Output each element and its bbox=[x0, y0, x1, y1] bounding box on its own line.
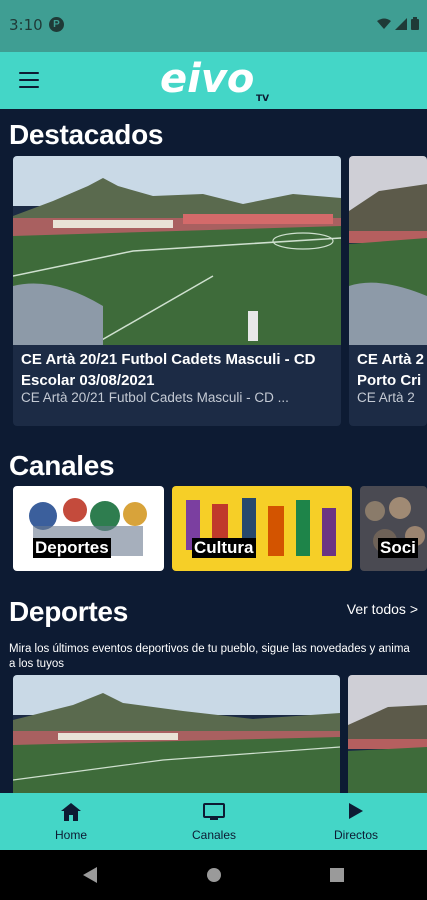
eivo-logo: eivo TV bbox=[160, 58, 269, 104]
channel-card-sociedad[interactable]: Soci bbox=[360, 486, 427, 571]
channel-card-cultura[interactable]: Cultura bbox=[172, 486, 352, 571]
menu-icon bbox=[19, 72, 39, 74]
video-thumbnail bbox=[348, 675, 427, 793]
nav-label: Canales bbox=[191, 828, 237, 842]
battery-icon bbox=[411, 17, 419, 30]
status-bar: 3:10 P bbox=[0, 0, 427, 52]
nav-directos[interactable]: Directos bbox=[306, 793, 406, 850]
app-bar: eivo TV bbox=[0, 52, 427, 109]
channel-image bbox=[365, 497, 425, 553]
channel-label: Cultura bbox=[192, 538, 256, 558]
section-title-destacados: Destacados bbox=[9, 119, 164, 150]
channel-image bbox=[186, 498, 336, 556]
video-thumbnail bbox=[13, 675, 340, 793]
home-icon bbox=[61, 803, 81, 821]
recents-icon[interactable] bbox=[330, 868, 344, 882]
tv-icon bbox=[203, 803, 225, 820]
logo-sub: TV bbox=[256, 94, 269, 104]
app-notification-icon: P bbox=[49, 17, 64, 32]
status-icons bbox=[377, 17, 419, 30]
featured-card[interactable]: CE Artà 20/21 Futbol Cadets Masculi - CD… bbox=[13, 156, 341, 426]
featured-card[interactable]: CE Artà 2 Porto Cri CE Artà 2 bbox=[349, 156, 427, 426]
back-icon[interactable] bbox=[83, 867, 97, 883]
card-subtitle: CE Artà 2 bbox=[357, 390, 415, 405]
signal-icon bbox=[395, 17, 407, 30]
video-card[interactable] bbox=[348, 675, 427, 793]
system-navigation-bar bbox=[0, 850, 427, 900]
logo-text: eivo bbox=[160, 58, 254, 102]
play-icon bbox=[349, 803, 363, 819]
nav-label: Home bbox=[54, 828, 87, 842]
section-title-deportes: Deportes bbox=[9, 596, 128, 627]
card-title: CE Artà 20/21 Futbol Cadets Masculi - CD… bbox=[21, 351, 316, 389]
card-title: CE Artà 2 Porto Cri bbox=[357, 351, 424, 389]
video-card[interactable] bbox=[13, 675, 340, 793]
nav-label: Directos bbox=[333, 828, 378, 842]
status-time: 3:10 bbox=[9, 16, 43, 34]
card-subtitle: CE Artà 20/21 Futbol Cadets Masculi - CD… bbox=[21, 390, 289, 405]
section-description: Mira los últimos eventos deportivos de t… bbox=[9, 643, 410, 670]
bottom-navigation: Home Canales Directos bbox=[0, 793, 427, 850]
see-all-link[interactable]: Ver todos > bbox=[347, 601, 418, 617]
video-thumbnail bbox=[13, 156, 341, 345]
nav-canales[interactable]: Canales bbox=[164, 793, 264, 850]
channel-label: Soci bbox=[378, 538, 418, 558]
menu-button[interactable] bbox=[19, 72, 39, 88]
section-title-canales: Canales bbox=[9, 450, 115, 481]
channel-card-deportes[interactable]: Deportes bbox=[13, 486, 164, 571]
channel-label: Deportes bbox=[33, 538, 111, 558]
home-circle-icon[interactable] bbox=[206, 867, 222, 883]
wifi-icon bbox=[377, 18, 391, 29]
video-thumbnail bbox=[349, 156, 427, 345]
channel-image bbox=[29, 498, 147, 556]
nav-home[interactable]: Home bbox=[21, 793, 121, 850]
